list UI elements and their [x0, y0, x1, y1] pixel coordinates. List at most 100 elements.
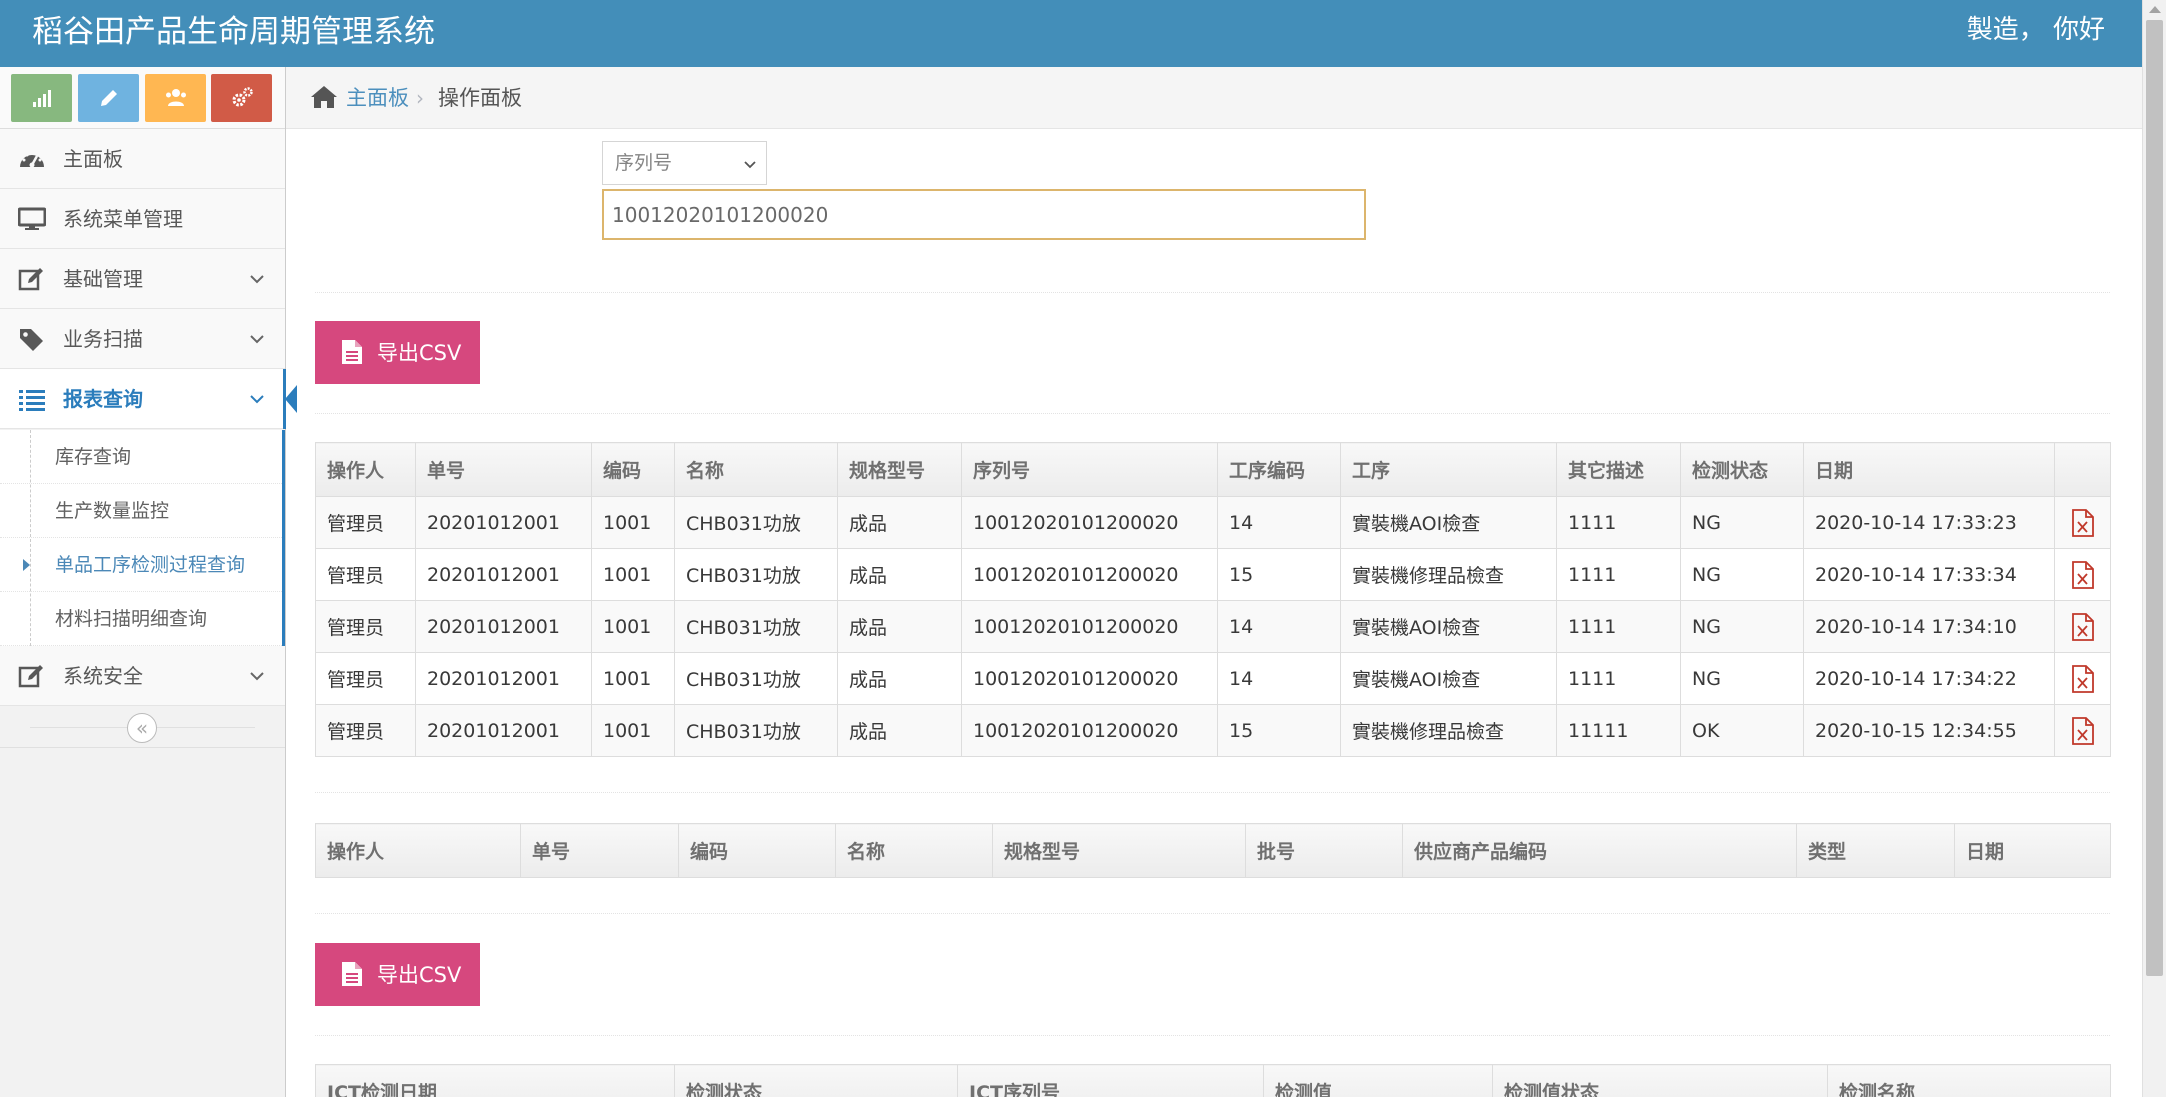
sidebar-item-business-scan[interactable]: 业务扫描: [0, 309, 285, 369]
table-cell: 成品: [837, 548, 962, 601]
column-header[interactable]: 名称: [835, 823, 993, 878]
export-csv-label: 导出CSV: [377, 963, 462, 987]
shortcut-pencil-button[interactable]: [78, 74, 139, 122]
table-cell: 14: [1217, 496, 1341, 549]
breadcrumb-home-link[interactable]: 主面板: [346, 83, 409, 113]
table-row: 管理员 20201012001 1001 CHB031功放 成品 1001202…: [315, 600, 2111, 653]
file-excel-icon[interactable]: [2071, 716, 2095, 745]
sidebar-item-report-query[interactable]: 报表查询: [0, 369, 297, 429]
table-cell: 管理员: [315, 496, 416, 549]
export-csv-button[interactable]: 导出CSV: [315, 321, 480, 384]
column-header[interactable]: ICT序列号: [957, 1064, 1264, 1097]
column-header[interactable]: 编码: [678, 823, 836, 878]
sidebar: 主面板 系统菜单管理 基础管理 业务扫描 报表查询 库存查询 生产数量监控 单品…: [0, 67, 297, 1097]
table-header-row: 操作人 单号 编码 名称 规格型号 序列号 工序编码 工序 其它描述 检测状态 …: [315, 442, 2111, 497]
table-cell: 實裝機AOI檢查: [1340, 600, 1557, 653]
sidebar-item-basic-management[interactable]: 基础管理: [0, 249, 285, 309]
file-excel-icon[interactable]: [2071, 612, 2095, 641]
app-title[interactable]: 稻谷田产品生命周期管理系统: [32, 10, 435, 54]
shortcut-cogs-button[interactable]: [211, 74, 272, 122]
shortcut-signal-button[interactable]: [11, 74, 72, 122]
table-cell: NG: [1680, 652, 1804, 705]
column-header[interactable]: 名称: [674, 442, 838, 497]
export-csv-label: 导出CSV: [377, 341, 462, 365]
table-cell: 成品: [837, 652, 962, 705]
edit-icon: [18, 267, 46, 291]
column-header[interactable]: 规格型号: [837, 442, 962, 497]
submenu-item-production-monitor[interactable]: 生产数量监控: [0, 484, 282, 538]
submenu-item-label: 生产数量监控: [55, 500, 170, 522]
column-header[interactable]: 序列号: [961, 442, 1218, 497]
divider: [315, 292, 2110, 293]
submenu-item-material-scan[interactable]: 材料扫描明细查询: [0, 592, 282, 646]
search-field-select[interactable]: 序列号: [602, 141, 767, 185]
row-action-cell: [2054, 600, 2111, 653]
divider: [315, 913, 2110, 914]
column-header[interactable]: 日期: [1803, 442, 2055, 497]
submenu-item-process-inspection[interactable]: 单品工序检测过程查询: [0, 538, 282, 592]
column-header[interactable]: 批号: [1245, 823, 1403, 878]
table-cell: 成品: [837, 600, 962, 653]
sidebar-item-label: 主面板: [63, 147, 123, 171]
column-header[interactable]: 单号: [415, 442, 592, 497]
scroll-up-arrow[interactable]: [2149, 6, 2161, 13]
file-excel-icon[interactable]: [2071, 508, 2095, 537]
submenu-item-inventory[interactable]: 库存查询: [0, 430, 282, 484]
desktop-icon: [18, 207, 46, 231]
home-icon: [311, 86, 337, 108]
column-header[interactable]: 检测值: [1263, 1064, 1493, 1097]
table-cell: NG: [1680, 600, 1804, 653]
active-arrow: [285, 385, 297, 413]
serial-number-input[interactable]: [602, 189, 1366, 240]
file-excel-icon[interactable]: [2071, 664, 2095, 693]
column-header[interactable]: 类型: [1796, 823, 1955, 878]
column-header[interactable]: 其它描述: [1556, 442, 1681, 497]
page-scrollbar[interactable]: [2142, 0, 2166, 1097]
table-cell: CHB031功放: [674, 548, 838, 601]
table-cell: 10012020101200020: [961, 496, 1218, 549]
sidebar-item-system-menu[interactable]: 系统菜单管理: [0, 189, 285, 249]
column-header[interactable]: 供应商产品编码: [1402, 823, 1797, 878]
sidebar-item-dashboard[interactable]: 主面板: [0, 129, 285, 189]
column-header[interactable]: 规格型号: [992, 823, 1246, 878]
column-header[interactable]: 检测状态: [674, 1064, 958, 1097]
column-header[interactable]: 操作人: [315, 823, 521, 878]
column-header[interactable]: 操作人: [315, 442, 416, 497]
table-row: 管理员 20201012001 1001 CHB031功放 成品 1001202…: [315, 704, 2111, 757]
table-cell: NG: [1680, 496, 1804, 549]
report-submenu: 库存查询 生产数量监控 单品工序检测过程查询 材料扫描明细查询: [0, 430, 285, 646]
column-header[interactable]: ICT检测日期: [315, 1064, 675, 1097]
file-excel-icon[interactable]: [2071, 560, 2095, 589]
column-header[interactable]: 工序编码: [1217, 442, 1341, 497]
table-cell: 1111: [1556, 600, 1681, 653]
table-cell: 實裝機AOI檢查: [1340, 496, 1557, 549]
column-header[interactable]: 检测值状态: [1492, 1064, 1828, 1097]
top-navbar: 稻谷田产品生命周期管理系统 製造， 你好: [0, 0, 2142, 67]
table-cell: 20201012001: [415, 600, 592, 653]
sidebar-item-label: 业务扫描: [63, 327, 143, 351]
sidebar-item-label: 基础管理: [63, 267, 143, 291]
table-cell: 1111: [1556, 548, 1681, 601]
shortcut-users-button[interactable]: [145, 74, 206, 122]
table-cell: 10012020101200020: [961, 704, 1218, 757]
scroll-thumb[interactable]: [2146, 20, 2163, 976]
sidebar-collapse-button[interactable]: «: [127, 713, 157, 743]
user-greeting[interactable]: 製造， 你好: [1967, 10, 2105, 50]
breadcrumb-current: 操作面板: [438, 86, 522, 110]
column-header[interactable]: 检测名称: [1827, 1064, 2111, 1097]
table-cell: CHB031功放: [674, 496, 838, 549]
table-cell: 1001: [591, 496, 675, 549]
column-header[interactable]: 编码: [591, 442, 675, 497]
cogs-icon: [232, 87, 253, 107]
column-header[interactable]: 工序: [1340, 442, 1557, 497]
column-header[interactable]: 单号: [520, 823, 679, 878]
sidebar-item-system-security[interactable]: 系统安全: [0, 646, 285, 706]
table-cell: 20201012001: [415, 704, 592, 757]
row-action-cell: [2054, 704, 2111, 757]
export-csv-button[interactable]: 导出CSV: [315, 943, 480, 1006]
divider: [315, 413, 2110, 414]
process-inspection-table: 操作人 单号 编码 名称 规格型号 序列号 工序编码 工序 其它描述 检测状态 …: [315, 442, 2111, 757]
column-header[interactable]: 检测状态: [1680, 442, 1804, 497]
column-header[interactable]: 日期: [1954, 823, 2111, 878]
breadcrumb: 主面板 › 操作面板: [286, 67, 2142, 129]
